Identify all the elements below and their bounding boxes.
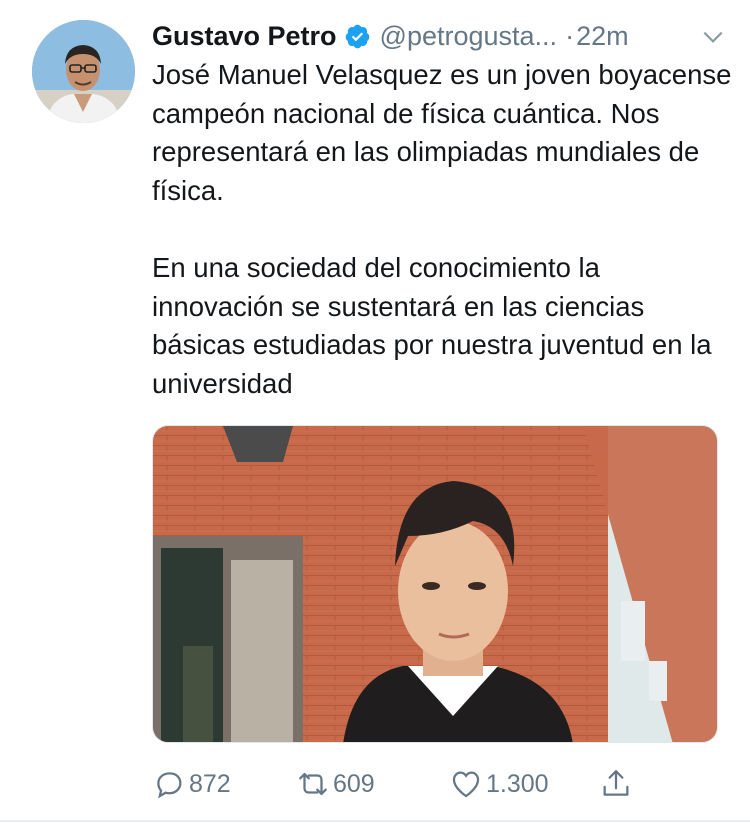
heart-icon [452, 771, 480, 798]
tweet-divider [0, 820, 750, 822]
tweet-paragraph-2: En una sociedad del conocimiento la inno… [152, 251, 712, 399]
tweet-actions: 872 609 1.300 [152, 762, 722, 806]
author-avatar[interactable] [32, 20, 135, 123]
like-button[interactable]: 1.300 [449, 762, 549, 806]
tweet-text: José Manuel Velasquez es un joven boyace… [152, 56, 732, 403]
reply-icon [157, 772, 182, 799]
verified-badge-icon [345, 24, 369, 48]
share-icon [603, 770, 629, 796]
chevron-down-icon[interactable] [700, 24, 726, 50]
reply-button[interactable]: 872 [152, 762, 231, 806]
share-button[interactable] [599, 762, 633, 806]
separator-dot: · [565, 20, 575, 51]
retweet-button[interactable]: 609 [296, 762, 375, 806]
tweet-paragraph-1: José Manuel Velasquez es un joven boyace… [152, 59, 732, 206]
author-handle[interactable]: @petrogusta... [380, 21, 558, 52]
photo-image [153, 426, 717, 742]
tweet-timestamp[interactable]: 22m [576, 21, 629, 52]
retweet-icon [299, 772, 327, 796]
like-count: 1.300 [486, 769, 549, 798]
author-name[interactable]: Gustavo Petro [152, 21, 337, 52]
tweet-photo[interactable] [152, 425, 718, 743]
retweet-count: 609 [333, 769, 375, 798]
tweet-header: Gustavo Petro @petrogusta... · 22m [152, 16, 726, 56]
reply-count: 872 [189, 769, 231, 798]
avatar-image [32, 20, 135, 123]
